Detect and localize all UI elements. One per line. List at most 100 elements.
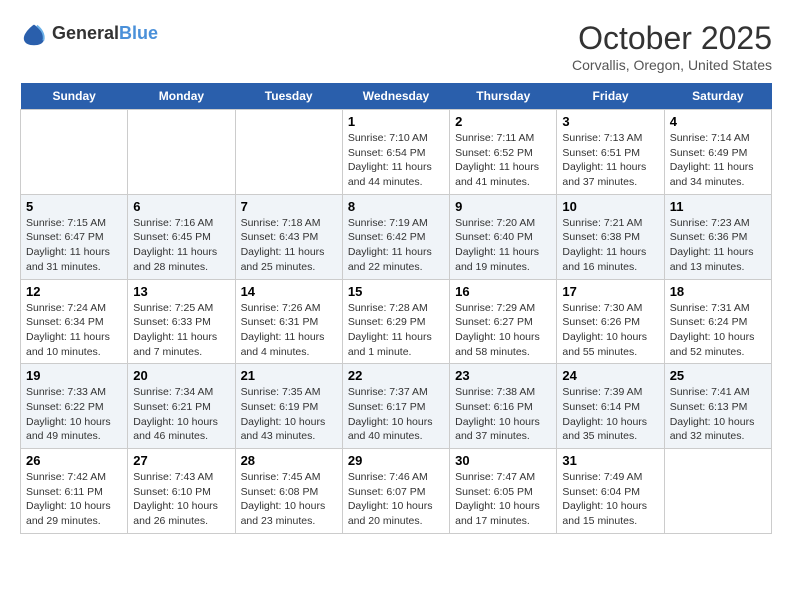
day-number: 28 (241, 453, 337, 468)
day-number: 11 (670, 199, 766, 214)
sunrise-text: Sunrise: 7:20 AMSunset: 6:40 PMDaylight:… (455, 217, 539, 273)
calendar-table: SundayMondayTuesdayWednesdayThursdayFrid… (20, 83, 772, 534)
calendar-cell: 16Sunrise: 7:29 AMSunset: 6:27 PMDayligh… (450, 279, 557, 364)
day-number: 9 (455, 199, 551, 214)
day-header-friday: Friday (557, 83, 664, 110)
day-number: 29 (348, 453, 444, 468)
calendar-cell: 25 Sunrise: 7:41 AMSunset: 6:13 PMDayligh… (664, 364, 771, 449)
logo-icon (20, 20, 48, 48)
calendar-cell: 28 Sunrise: 7:45 AMSunset: 6:08 PMDayligh… (235, 449, 342, 534)
sunrise-text: Sunrise: 7:26 AMSunset: 6:31 PMDaylight:… (241, 302, 325, 358)
day-number: 16 (455, 284, 551, 299)
sunrise-text: Sunrise: 7:35 AMSunset: 6:19 PMDaylight:… (241, 386, 326, 442)
sunrise-text: Sunrise: 7:30 AMSunset: 6:26 PMDaylight:… (562, 302, 647, 358)
sunrise-text: Sunrise: 7:37 AMSunset: 6:17 PMDaylight:… (348, 386, 433, 442)
day-number: 22 (348, 368, 444, 383)
calendar-cell (235, 110, 342, 195)
sunrise-text: Sunrise: 7:24 AMSunset: 6:34 PMDaylight:… (26, 302, 110, 358)
calendar-cell: 20 Sunrise: 7:34 AMSunset: 6:21 PMDayligh… (128, 364, 235, 449)
day-number: 21 (241, 368, 337, 383)
day-number: 17 (562, 284, 658, 299)
day-number: 26 (26, 453, 122, 468)
month-title: October 2025 (572, 20, 772, 57)
day-number: 20 (133, 368, 229, 383)
title-block: October 2025 Corvallis, Oregon, United S… (572, 20, 772, 73)
sunrise-text: Sunrise: 7:31 AMSunset: 6:24 PMDaylight:… (670, 302, 755, 358)
days-header-row: SundayMondayTuesdayWednesdayThursdayFrid… (21, 83, 772, 110)
logo-text: General Blue (52, 24, 158, 44)
calendar-cell: 31 Sunrise: 7:49 AMSunset: 6:04 PMDayligh… (557, 449, 664, 534)
sunrise-text: Sunrise: 7:19 AMSunset: 6:42 PMDaylight:… (348, 217, 432, 273)
sunrise-text: Sunrise: 7:21 AMSunset: 6:38 PMDaylight:… (562, 217, 646, 273)
sunrise-text: Sunrise: 7:43 AMSunset: 6:10 PMDaylight:… (133, 471, 218, 527)
sunrise-text: Sunrise: 7:47 AMSunset: 6:05 PMDaylight:… (455, 471, 540, 527)
calendar-cell: 10 Sunrise: 7:21 AMSunset: 6:38 PMDayligh… (557, 194, 664, 279)
sunrise-text: Sunrise: 7:18 AMSunset: 6:43 PMDaylight:… (241, 217, 325, 273)
sunrise-text: Sunrise: 7:41 AMSunset: 6:13 PMDaylight:… (670, 386, 755, 442)
day-number: 13 (133, 284, 229, 299)
calendar-cell: 27 Sunrise: 7:43 AMSunset: 6:10 PMDayligh… (128, 449, 235, 534)
calendar-cell: 21 Sunrise: 7:35 AMSunset: 6:19 PMDayligh… (235, 364, 342, 449)
calendar-cell: 23 Sunrise: 7:38 AMSunset: 6:16 PMDayligh… (450, 364, 557, 449)
sunrise-text: Sunrise: 7:39 AMSunset: 6:14 PMDaylight:… (562, 386, 647, 442)
calendar-cell: 18 Sunrise: 7:31 AMSunset: 6:24 PMDayligh… (664, 279, 771, 364)
day-header-sunday: Sunday (21, 83, 128, 110)
calendar-cell: 24 Sunrise: 7:39 AMSunset: 6:14 PMDayligh… (557, 364, 664, 449)
day-number: 19 (26, 368, 122, 383)
day-header-saturday: Saturday (664, 83, 771, 110)
day-number: 31 (562, 453, 658, 468)
sunrise-text: Sunrise: 7:25 AMSunset: 6:33 PMDaylight:… (133, 302, 217, 358)
sunrise-text: Sunrise: 7:49 AMSunset: 6:04 PMDaylight:… (562, 471, 647, 527)
calendar-cell (128, 110, 235, 195)
sunrise-text: Sunrise: 7:14 AMSunset: 6:49 PMDaylight:… (670, 132, 754, 188)
sunrise-text: Sunrise: 7:33 AMSunset: 6:22 PMDaylight:… (26, 386, 111, 442)
day-number: 27 (133, 453, 229, 468)
sunrise-text: Sunrise: 7:28 AMSunset: 6:29 PMDaylight:… (348, 302, 432, 358)
sunrise-text: Sunrise: 7:46 AMSunset: 6:07 PMDaylight:… (348, 471, 433, 527)
calendar-cell: 19 Sunrise: 7:33 AMSunset: 6:22 PMDayligh… (21, 364, 128, 449)
day-header-thursday: Thursday (450, 83, 557, 110)
location-title: Corvallis, Oregon, United States (572, 57, 772, 73)
sunrise-text: Sunrise: 7:34 AMSunset: 6:21 PMDaylight:… (133, 386, 218, 442)
day-number: 2 (455, 114, 551, 129)
calendar-cell: 1 Sunrise: 7:10 AMSunset: 6:54 PMDaylight… (342, 110, 449, 195)
calendar-cell: 13 Sunrise: 7:25 AMSunset: 6:33 PMDayligh… (128, 279, 235, 364)
day-number: 6 (133, 199, 229, 214)
day-number: 10 (562, 199, 658, 214)
calendar-cell: 12 Sunrise: 7:24 AMSunset: 6:34 PMDayligh… (21, 279, 128, 364)
day-number: 5 (26, 199, 122, 214)
day-header-monday: Monday (128, 83, 235, 110)
sunrise-text: Sunrise: 7:42 AMSunset: 6:11 PMDaylight:… (26, 471, 111, 527)
calendar-cell: 5Sunrise: 7:15 AMSunset: 6:47 PMDaylight… (21, 194, 128, 279)
day-number: 12 (26, 284, 122, 299)
day-number: 14 (241, 284, 337, 299)
calendar-cell: 22 Sunrise: 7:37 AMSunset: 6:17 PMDayligh… (342, 364, 449, 449)
calendar-cell: 8 Sunrise: 7:19 AMSunset: 6:42 PMDaylight… (342, 194, 449, 279)
calendar-cell: 2 Sunrise: 7:11 AMSunset: 6:52 PMDaylight… (450, 110, 557, 195)
calendar-cell: 6 Sunrise: 7:16 AMSunset: 6:45 PMDaylight… (128, 194, 235, 279)
week-row-1: 1 Sunrise: 7:10 AMSunset: 6:54 PMDaylight… (21, 110, 772, 195)
day-number: 7 (241, 199, 337, 214)
day-number: 23 (455, 368, 551, 383)
logo: General Blue (20, 20, 158, 48)
sunrise-text: Sunrise: 7:13 AMSunset: 6:51 PMDaylight:… (562, 132, 646, 188)
day-number: 30 (455, 453, 551, 468)
sunrise-text: Sunrise: 7:16 AMSunset: 6:45 PMDaylight:… (133, 217, 217, 273)
sunrise-text: Sunrise: 7:10 AMSunset: 6:54 PMDaylight:… (348, 132, 432, 188)
calendar-cell: 4Sunrise: 7:14 AMSunset: 6:49 PMDaylight… (664, 110, 771, 195)
sunrise-text: Sunrise: 7:11 AMSunset: 6:52 PMDaylight:… (455, 132, 539, 188)
sunrise-text: Sunrise: 7:45 AMSunset: 6:08 PMDaylight:… (241, 471, 326, 527)
day-number: 24 (562, 368, 658, 383)
day-number: 1 (348, 114, 444, 129)
day-number: 8 (348, 199, 444, 214)
week-row-4: 19 Sunrise: 7:33 AMSunset: 6:22 PMDayligh… (21, 364, 772, 449)
day-number: 18 (670, 284, 766, 299)
calendar-cell: 3Sunrise: 7:13 AMSunset: 6:51 PMDaylight… (557, 110, 664, 195)
day-number: 15 (348, 284, 444, 299)
page-header: General Blue October 2025 Corvallis, Ore… (20, 20, 772, 73)
week-row-2: 5Sunrise: 7:15 AMSunset: 6:47 PMDaylight… (21, 194, 772, 279)
calendar-cell: 15 Sunrise: 7:28 AMSunset: 6:29 PMDayligh… (342, 279, 449, 364)
sunrise-text: Sunrise: 7:38 AMSunset: 6:16 PMDaylight:… (455, 386, 540, 442)
day-number: 25 (670, 368, 766, 383)
calendar-cell: 9 Sunrise: 7:20 AMSunset: 6:40 PMDaylight… (450, 194, 557, 279)
